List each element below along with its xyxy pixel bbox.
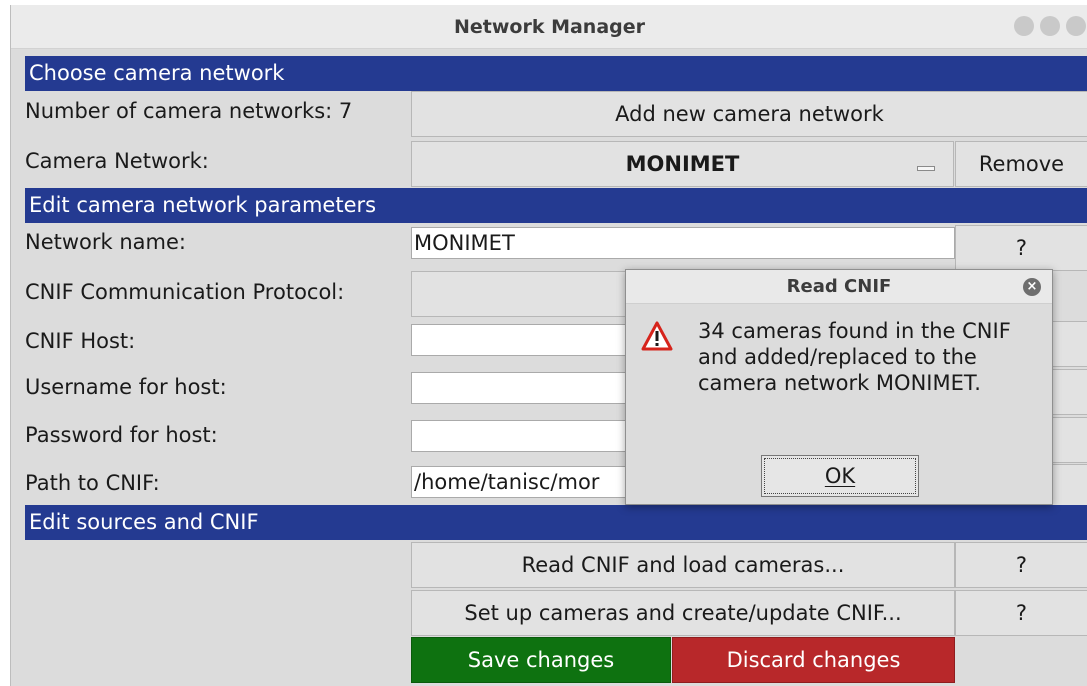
dialog-message: 34 cameras found in the CNIF and added/r… [698, 319, 1011, 395]
cnif-protocol-label: CNIF Communication Protocol: [25, 280, 345, 304]
minimize-window-button[interactable] [1014, 16, 1034, 36]
password-label: Password for host: [25, 423, 218, 447]
setup-cameras-help-button[interactable]: ? [955, 590, 1087, 636]
remove-network-button[interactable]: Remove [955, 141, 1087, 187]
add-network-button[interactable]: Add new camera network [411, 91, 1087, 137]
read-cnif-dialog: Read CNIF × 34 cameras found in the CNIF… [625, 269, 1053, 505]
dialog-close-icon[interactable]: × [1023, 278, 1041, 296]
network-name-help-button[interactable]: ? [955, 225, 1087, 271]
setup-cameras-button[interactable]: Set up cameras and create/update CNIF... [411, 590, 955, 636]
camera-network-selected-value: MONIMET [625, 152, 740, 176]
camera-network-label: Camera Network: [25, 149, 209, 173]
section-header-choose: Choose camera network [25, 56, 1087, 91]
network-name-label: Network name: [25, 230, 186, 254]
cnif-path-label: Path to CNIF: [25, 471, 160, 495]
close-window-button[interactable] [1066, 16, 1086, 36]
section-header-edit-sources: Edit sources and CNIF [25, 505, 1087, 540]
camera-network-select[interactable]: MONIMET [411, 141, 954, 187]
save-changes-button[interactable]: Save changes [411, 637, 671, 683]
dialog-ok-label: OK [824, 464, 856, 488]
network-name-field[interactable]: MONIMET [411, 227, 955, 259]
read-cnif-button[interactable]: Read CNIF and load cameras... [411, 542, 955, 588]
section-header-edit-params: Edit camera network parameters [25, 188, 1087, 223]
window-title: Network Manager [453, 16, 646, 38]
dialog-ok-button[interactable]: OK [761, 455, 919, 497]
discard-changes-button[interactable]: Discard changes [672, 637, 955, 683]
maximize-window-button[interactable] [1040, 16, 1060, 36]
dialog-title: Read CNIF [786, 276, 892, 297]
read-cnif-help-button[interactable]: ? [955, 542, 1087, 588]
warning-icon [640, 320, 674, 352]
username-label: Username for host: [25, 375, 227, 399]
cnif-host-label: CNIF Host: [25, 329, 136, 353]
network-count-label: Number of camera networks: 7 [25, 99, 353, 123]
option-menu-indicator-icon [917, 166, 935, 171]
